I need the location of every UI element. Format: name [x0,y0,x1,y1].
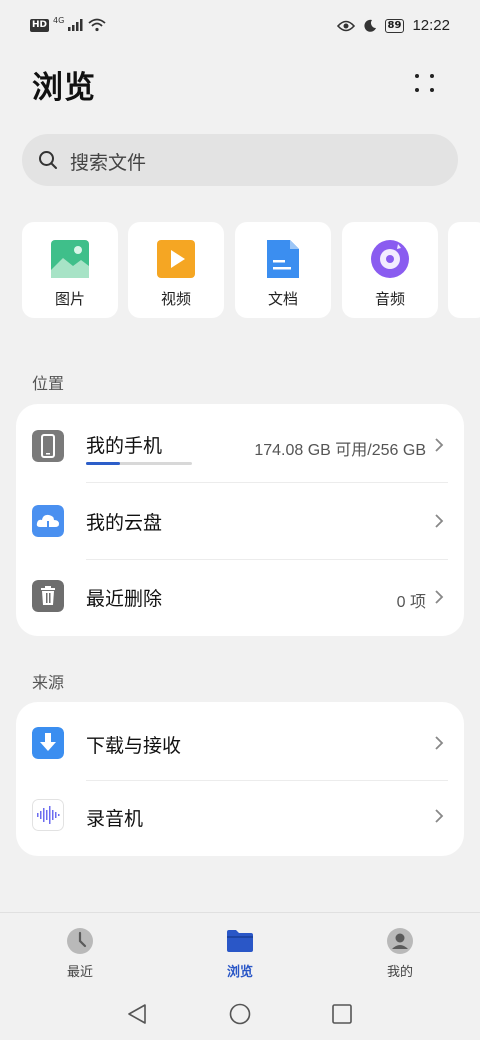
audio-icon [371,240,409,278]
hd-indicator: HD [30,18,50,32]
nav-tab-mine[interactable]: 我的 [340,913,460,985]
row-title: 我的云盘 [86,512,163,534]
category-images[interactable]: 图片 [22,222,118,318]
location-recently-deleted[interactable]: 最近删除 0 项 [16,560,464,636]
status-bar: HD 4G 89 12:22 [0,0,480,56]
row-title: 最近删除 [86,588,163,610]
category-more-card[interactable] [448,222,480,318]
nav-label: 最近 [66,965,93,980]
phone-icon [32,430,64,462]
moon-icon [363,19,376,32]
category-label: 图片 [54,290,85,308]
image-icon [51,240,89,278]
storage-progress-bar [86,462,192,465]
nav-label: 我的 [386,965,413,980]
clock: 12:22 [412,17,450,34]
storage-info: 174.08 GB 可用/256 GB [254,442,426,459]
download-icon [32,727,64,759]
more-dots-icon [415,74,419,78]
page-title: 浏览 [32,70,96,106]
document-icon [267,240,299,278]
category-label: 文档 [267,290,298,308]
chevron-right-icon [435,736,444,750]
section-label-sources: 来源 [32,673,65,692]
chevron-right-icon [435,514,444,528]
locations-card: 我的手机 174.08 GB 可用/256 GB 我的云盘 最近删除 0 项 [16,404,464,636]
system-navigation-bar [0,984,480,1040]
location-my-phone[interactable]: 我的手机 174.08 GB 可用/256 GB [16,404,464,482]
category-label: 视频 [160,290,191,308]
nav-tab-recent[interactable]: 最近 [20,913,140,985]
back-icon[interactable] [127,1003,147,1025]
network-type: 4G [53,15,65,25]
recents-icon[interactable] [332,1004,352,1024]
category-audio[interactable]: 音频 [342,222,438,318]
row-title: 我的手机 [86,435,163,457]
storage-progress-fill [86,462,120,465]
eye-icon [336,20,355,31]
search-icon [39,151,57,169]
search-input[interactable]: 搜索文件 [22,134,458,186]
trash-icon [32,580,64,612]
more-dots-icon-part [430,74,434,78]
home-icon[interactable] [229,1003,251,1025]
source-recorder[interactable]: 录音机 [16,781,464,856]
source-downloads[interactable]: 下载与接收 [16,702,464,780]
folder-icon [227,930,253,952]
more-dots-icon-part [415,88,419,92]
chevron-right-icon [435,809,444,823]
wifi-icon [88,18,106,32]
video-icon [157,240,195,278]
recorder-icon [32,799,64,831]
cloud-drive-icon [32,505,64,537]
row-title: 录音机 [86,808,144,830]
search-placeholder: 搜索文件 [70,152,147,174]
signal-icon [68,19,83,31]
battery-indicator: 89 [384,18,405,33]
deleted-count: 0 项 [396,594,426,611]
bottom-navigation: 最近 浏览 我的 [0,912,480,985]
more-options-button[interactable] [406,66,442,102]
category-documents[interactable]: 文档 [235,222,331,318]
category-videos[interactable]: 视频 [128,222,224,318]
more-dots-icon-part [430,88,434,92]
category-label: 音频 [374,290,405,308]
profile-icon [387,928,413,954]
nav-tab-browse[interactable]: 浏览 [180,913,300,985]
clock-icon [67,928,93,954]
chevron-right-icon [435,590,444,604]
row-title: 下载与接收 [86,735,182,757]
nav-label: 浏览 [226,965,253,980]
section-label-locations: 位置 [32,374,65,393]
sources-card: 下载与接收 录音机 [16,702,464,856]
location-my-cloud[interactable]: 我的云盘 [16,483,464,559]
chevron-right-icon [435,438,444,452]
